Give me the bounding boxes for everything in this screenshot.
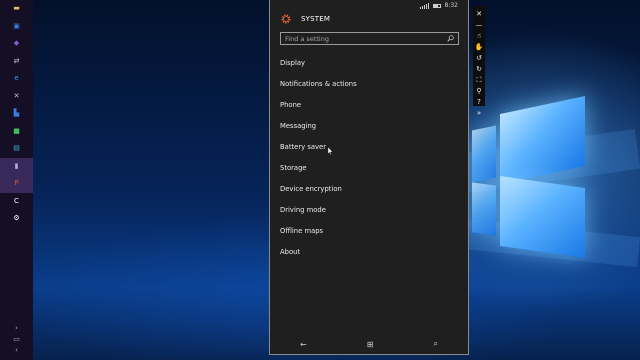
status-bar: 8:32 (270, 0, 468, 11)
additional-tools-icon[interactable]: » (474, 108, 484, 118)
monitor-icon: ▤ (13, 144, 20, 153)
setting-label: Device encryption (280, 184, 342, 193)
outlook-icon: ▣ (13, 21, 20, 30)
setting-label: Phone (280, 100, 302, 109)
rotate-left-icon[interactable]: ↺ (474, 53, 484, 63)
vs-code-icon: ▙ (13, 109, 20, 118)
setting-storage[interactable]: Storage (280, 157, 458, 178)
setting-label: Offline maps (280, 226, 324, 235)
windows-logo-pane (500, 176, 585, 258)
phone-emulator-icon: ▮ (14, 161, 19, 170)
close-icon[interactable]: ✕ (474, 9, 484, 19)
windows-logo-pane (472, 125, 496, 183)
help-icon[interactable]: ? (474, 97, 484, 107)
taskbar-item[interactable]: ■ (0, 123, 33, 141)
minimize-icon[interactable]: — (474, 20, 484, 30)
green-app-icon: ■ (13, 126, 20, 135)
search-input[interactable]: Find a setting (280, 32, 459, 45)
setting-device-encryption[interactable]: Device encryption (280, 178, 458, 199)
chevron-down-icon[interactable]: ‹ (15, 346, 18, 354)
taskbar: ▬ ▣ ◆ ⇄ e ✕ ▙ ■ ▤ ▮ P C ⚙ › ▭ ‹ (0, 0, 33, 360)
battery-icon (432, 3, 441, 8)
back-icon[interactable]: ← (300, 340, 307, 349)
tray-icon[interactable]: ▭ (13, 335, 20, 343)
taskbar-item[interactable]: ⇄ (0, 53, 33, 71)
taskbar-item[interactable]: ▣ (0, 18, 33, 36)
setting-label: Driving mode (280, 205, 326, 214)
setting-phone[interactable]: Phone (280, 94, 458, 115)
file-explorer-icon: ▬ (13, 4, 20, 13)
phone-nav-bar: ← ⊞ ⌕ (270, 334, 468, 354)
search-nav-icon[interactable]: ⌕ (433, 339, 437, 349)
tools-icon: ✕ (13, 91, 20, 100)
visual-studio-icon: ◆ (13, 39, 20, 48)
gear-icon (281, 14, 291, 24)
taskbar-item[interactable]: ▤ (0, 140, 33, 158)
setting-label: Storage (280, 163, 307, 172)
setting-label: Messaging (280, 121, 317, 130)
settings-gear-icon: ⚙ (13, 214, 20, 223)
setting-messaging[interactable]: Messaging (280, 115, 458, 136)
zoom-icon[interactable]: ⚲ (474, 86, 484, 96)
mouse-cursor-icon (328, 147, 333, 155)
taskbar-item[interactable]: ◆ (0, 35, 33, 53)
search-placeholder: Find a setting (285, 34, 329, 43)
taskbar-item[interactable]: P (0, 175, 33, 193)
windows-logo-pane (472, 182, 496, 236)
powerpoint-icon: P (14, 179, 19, 188)
clock: 8:32 (444, 2, 458, 9)
setting-offline-maps[interactable]: Offline maps (280, 220, 458, 241)
setting-battery-saver[interactable]: Battery saver (280, 136, 458, 157)
taskbar-item[interactable]: C (0, 193, 33, 211)
page-title: SYSTEM (301, 15, 331, 23)
setting-display[interactable]: Display (280, 52, 458, 73)
network-icon: ⇄ (13, 56, 20, 65)
c-app-icon: C (14, 196, 19, 205)
multi-touch-icon[interactable]: ✋ (474, 42, 484, 52)
setting-notifications-actions[interactable]: Notifications & actions (280, 73, 458, 94)
signal-icon (419, 2, 429, 9)
single-touch-icon[interactable]: ☝ (474, 31, 484, 41)
windows-start-icon[interactable]: ⊞ (367, 340, 374, 349)
taskbar-item[interactable]: ⚙ (0, 210, 33, 228)
settings-list: Display Notifications & actions Phone Me… (280, 52, 458, 262)
taskbar-item[interactable]: ▙ (0, 105, 33, 123)
settings-header: SYSTEM (280, 13, 330, 25)
fit-to-screen-icon[interactable]: ⛶ (474, 75, 484, 85)
setting-label: Display (280, 58, 306, 67)
chevron-up-icon[interactable]: › (15, 324, 18, 332)
search-icon[interactable] (447, 35, 454, 42)
taskbar-item[interactable]: e (0, 70, 33, 88)
setting-driving-mode[interactable]: Driving mode (280, 199, 458, 220)
phone-emulator-window: 8:32 SYSTEM Find a setting Display Notif… (269, 0, 469, 355)
setting-label: About (280, 247, 301, 256)
taskbar-tray: › ▭ ‹ (0, 324, 33, 354)
taskbar-item[interactable]: ✕ (0, 88, 33, 106)
internet-explorer-icon: e (14, 74, 19, 83)
setting-about[interactable]: About (280, 241, 458, 262)
taskbar-item[interactable]: ▬ (0, 0, 33, 18)
setting-label: Notifications & actions (280, 79, 357, 88)
emulator-toolbar: ✕ — ☝ ✋ ↺ ↻ ⛶ ⚲?» (473, 6, 485, 117)
taskbar-item[interactable]: ▮ (0, 157, 33, 175)
setting-label: Battery saver (280, 142, 327, 151)
rotate-right-icon[interactable]: ↻ (474, 64, 484, 74)
